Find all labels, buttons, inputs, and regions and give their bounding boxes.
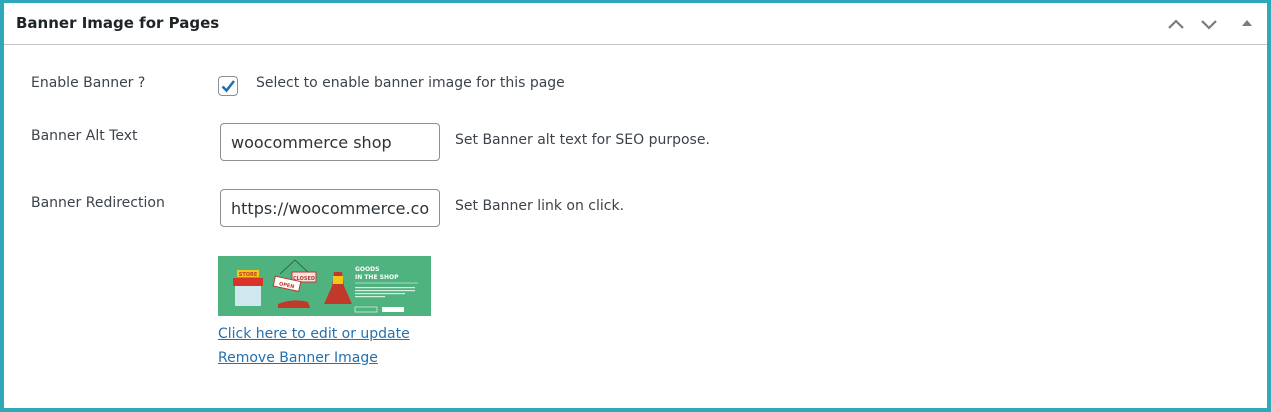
- redirection-label: Banner Redirection: [31, 195, 165, 211]
- alt-text-label: Banner Alt Text: [31, 128, 138, 144]
- redirection-description: Set Banner link on click.: [455, 198, 625, 214]
- panel-header: Banner Image for Pages: [4, 3, 1267, 45]
- store-sign-text: STORE: [239, 272, 258, 278]
- move-up-button[interactable]: [1165, 13, 1187, 35]
- remove-banner-link[interactable]: Remove Banner Image: [218, 350, 378, 366]
- banner-meta-box: Banner Image for Pages Enable Banner ? S…: [4, 3, 1267, 408]
- enable-banner-label: Enable Banner ?: [31, 75, 146, 91]
- triangle-up-icon: [1242, 20, 1252, 26]
- banner-heading-2: IN THE SHOP: [355, 274, 399, 281]
- redirection-input[interactable]: [220, 189, 440, 227]
- checkmark-icon: [221, 80, 236, 93]
- enable-banner-checkbox[interactable]: [218, 76, 238, 96]
- store-illustration: STORE: [233, 270, 263, 306]
- banner-heading-1: GOODS: [355, 266, 379, 273]
- alt-text-description: Set Banner alt text for SEO purpose.: [455, 132, 710, 148]
- enable-banner-description: Select to enable banner image for this p…: [256, 75, 565, 91]
- alt-text-input[interactable]: [220, 123, 440, 161]
- toggle-panel-button[interactable]: [1236, 13, 1258, 35]
- edit-banner-link[interactable]: Click here to edit or update: [218, 326, 410, 342]
- chevron-down-icon: [1201, 20, 1217, 30]
- banner-image-preview: STORE CLOSED OPEN GOODS IN THE SHOP: [218, 256, 431, 316]
- move-down-button[interactable]: [1198, 13, 1220, 35]
- panel-title: Banner Image for Pages: [16, 14, 220, 32]
- chevron-up-icon: [1168, 19, 1184, 29]
